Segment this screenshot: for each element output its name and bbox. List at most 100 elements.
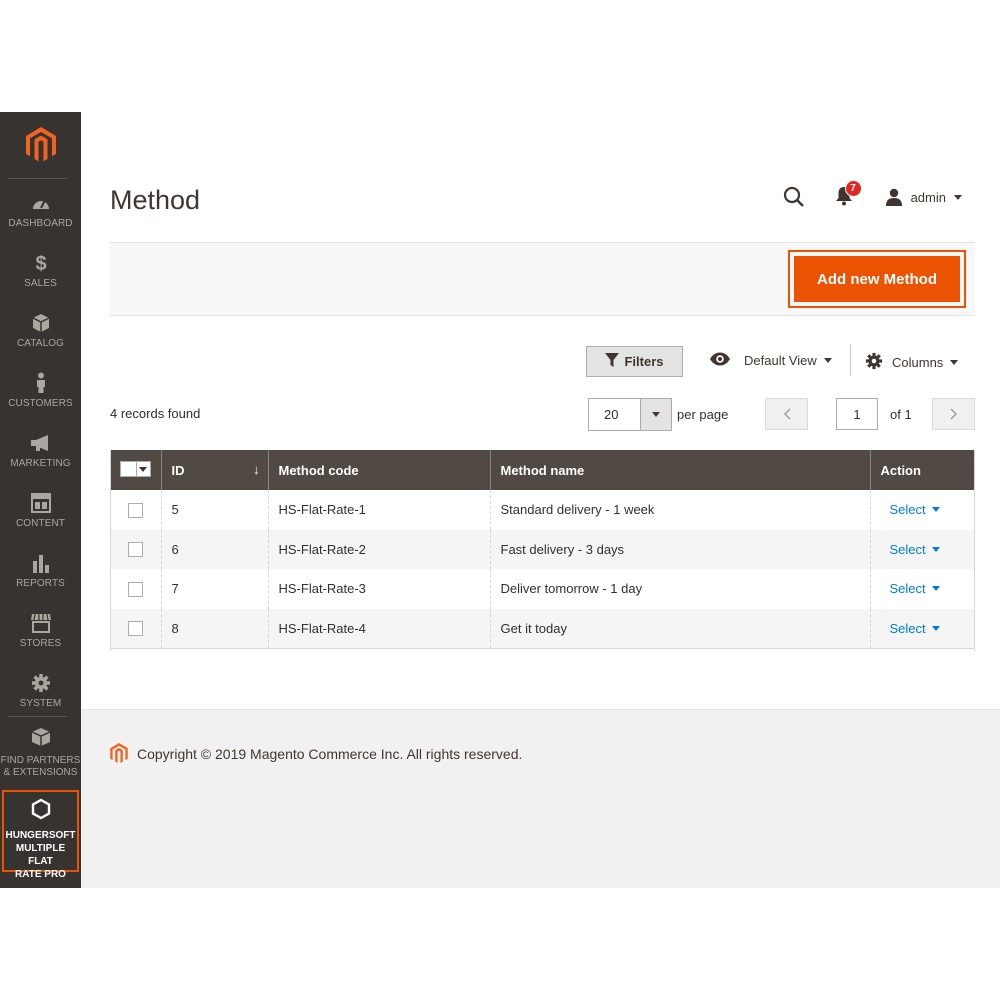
gear-icon: [865, 352, 883, 373]
current-page-input[interactable]: [836, 398, 878, 430]
search-icon[interactable]: [783, 186, 805, 208]
cell-method-code: HS-Flat-Rate-3: [267, 569, 490, 609]
sidebar-item-label: DASHBOARD: [8, 218, 73, 229]
row-select-cell: [110, 569, 161, 609]
checkbox-icon: [120, 462, 136, 476]
row-checkbox[interactable]: [127, 621, 143, 637]
page-title: Method: [110, 185, 201, 215]
gear-icon: [30, 672, 52, 694]
sidebar-divider: [8, 178, 67, 179]
chevron-down-icon: [135, 462, 150, 476]
sidebar-item-sales[interactable]: $ SALES: [0, 246, 81, 306]
view-selector[interactable]: Default View: [709, 352, 832, 369]
svg-text:$: $: [35, 253, 46, 274]
notifications-button[interactable]: 7: [835, 180, 862, 208]
label-line: FIND PARTNERS: [0, 755, 81, 766]
page-footer: Copyright © 2019 Magento Commerce Inc. A…: [81, 709, 1000, 888]
user-menu[interactable]: admin: [885, 188, 962, 206]
layout-icon: [30, 492, 52, 514]
toolbar-divider: [850, 344, 851, 376]
magento-logo[interactable]: [0, 112, 81, 178]
cell-action: Select: [869, 490, 975, 530]
previous-page-button[interactable]: [765, 398, 808, 430]
eye-icon: [709, 352, 731, 369]
username: admin: [910, 189, 946, 205]
label-line: & EXTENSIONS: [3, 767, 78, 778]
cell-action: Select: [869, 529, 975, 569]
sidebar-item-system[interactable]: SYSTEM: [0, 666, 81, 726]
row-action-select[interactable]: Select: [881, 502, 940, 517]
sidebar-item-hungersoft[interactable]: HUNGERSOFT MULTIPLE FLAT RATE PRO: [2, 790, 79, 880]
row-action-select[interactable]: Select: [881, 542, 940, 557]
sidebar-item-reports[interactable]: REPORTS: [0, 546, 81, 606]
cell-id: 7: [160, 569, 268, 609]
column-header-id[interactable]: ID ↓: [160, 450, 268, 490]
chevron-down-icon: [950, 360, 959, 365]
add-button-highlight: Add new Method: [788, 250, 966, 308]
chevron-left-icon: [783, 408, 791, 420]
filters-label: Filters: [624, 354, 664, 369]
cell-method-code: HS-Flat-Rate-2: [267, 529, 490, 569]
magento-logo-icon: [25, 127, 56, 162]
megaphone-icon: [30, 432, 52, 454]
sidebar-item-customers[interactable]: CUSTOMERS: [0, 366, 81, 426]
chevron-down-icon: [823, 358, 832, 363]
sidebar-item-label: HUNGERSOFT MULTIPLE FLAT RATE PRO: [4, 829, 77, 881]
total-pages: of 1: [890, 407, 912, 422]
main-content: Method 7 admin Add new Method Filters De…: [81, 112, 1000, 888]
person-icon: [30, 372, 52, 394]
sidebar-item-label: SALES: [24, 278, 57, 289]
dollar-icon: $: [30, 252, 52, 274]
chevron-down-icon: [931, 546, 940, 552]
copyright: Copyright © 2019 Magento Commerce Inc. A…: [110, 743, 522, 764]
row-checkbox[interactable]: [127, 502, 143, 518]
sidebar-item-label: CUSTOMERS: [8, 398, 73, 409]
table-row: 7 HS-Flat-Rate-3 Deliver tomorrow - 1 da…: [110, 569, 975, 609]
magento-logo-icon: [110, 743, 128, 764]
row-checkbox[interactable]: [127, 542, 143, 558]
cell-action: Select: [869, 569, 975, 609]
row-action-select[interactable]: Select: [881, 581, 940, 596]
label-line: MULTIPLE FLAT: [15, 843, 66, 867]
table-row: 5 HS-Flat-Rate-1 Standard delivery - 1 w…: [110, 490, 975, 530]
bar-chart-icon: [30, 552, 52, 574]
partners-box-icon: [30, 727, 52, 752]
sidebar-item-marketing[interactable]: MARKETING: [0, 426, 81, 486]
chevron-down-icon: [931, 507, 940, 513]
row-action-select[interactable]: Select: [881, 621, 940, 636]
sidebar-item-label: STORES: [19, 638, 62, 649]
row-select-cell: [110, 529, 161, 569]
admin-window: DASHBOARD $ SALES CATALOG CUSTOMERS MARK…: [0, 112, 1000, 888]
mass-select-dropdown[interactable]: [119, 461, 151, 477]
cell-action: Select: [869, 608, 975, 649]
filters-button[interactable]: Filters: [586, 346, 683, 377]
sidebar-item-label: MARKETING: [10, 458, 71, 469]
cell-method-name: Get it today: [489, 608, 870, 649]
per-page-dropdown-button[interactable]: [640, 399, 671, 430]
sidebar-item-content[interactable]: CONTENT: [0, 486, 81, 546]
cell-method-name: Deliver tomorrow - 1 day: [489, 569, 870, 609]
per-page-label: per page: [677, 407, 729, 422]
per-page-value: 20: [604, 407, 619, 422]
chevron-down-icon: [931, 586, 940, 592]
sidebar-item-dashboard[interactable]: DASHBOARD: [0, 186, 81, 246]
row-checkbox[interactable]: [127, 581, 143, 597]
sidebar-item-stores[interactable]: STORES: [0, 606, 81, 666]
sidebar-item-label: SYSTEM: [19, 698, 62, 709]
label-line: HUNGERSOFT: [5, 830, 76, 841]
column-header-method-code[interactable]: Method code: [267, 450, 490, 490]
sidebar-item-label: CONTENT: [15, 518, 66, 529]
column-header-method-name[interactable]: Method name: [489, 450, 870, 490]
columns-selector[interactable]: Columns: [865, 352, 959, 373]
add-new-method-button[interactable]: Add new Method: [794, 256, 960, 302]
storefront-icon: [30, 612, 52, 634]
per-page-select[interactable]: 20: [588, 398, 672, 431]
table-row: 8 HS-Flat-Rate-4 Get it today Select: [110, 608, 975, 649]
cell-method-code: HS-Flat-Rate-4: [267, 608, 490, 649]
sidebar-item-find-partners[interactable]: FIND PARTNERS & EXTENSIONS: [0, 725, 81, 787]
next-page-button[interactable]: [932, 398, 975, 430]
copyright-text: Copyright © 2019 Magento Commerce Inc. A…: [137, 745, 523, 762]
action-label: Select: [889, 620, 926, 636]
mass-select-header[interactable]: [110, 450, 161, 490]
sidebar-item-catalog[interactable]: CATALOG: [0, 306, 81, 366]
